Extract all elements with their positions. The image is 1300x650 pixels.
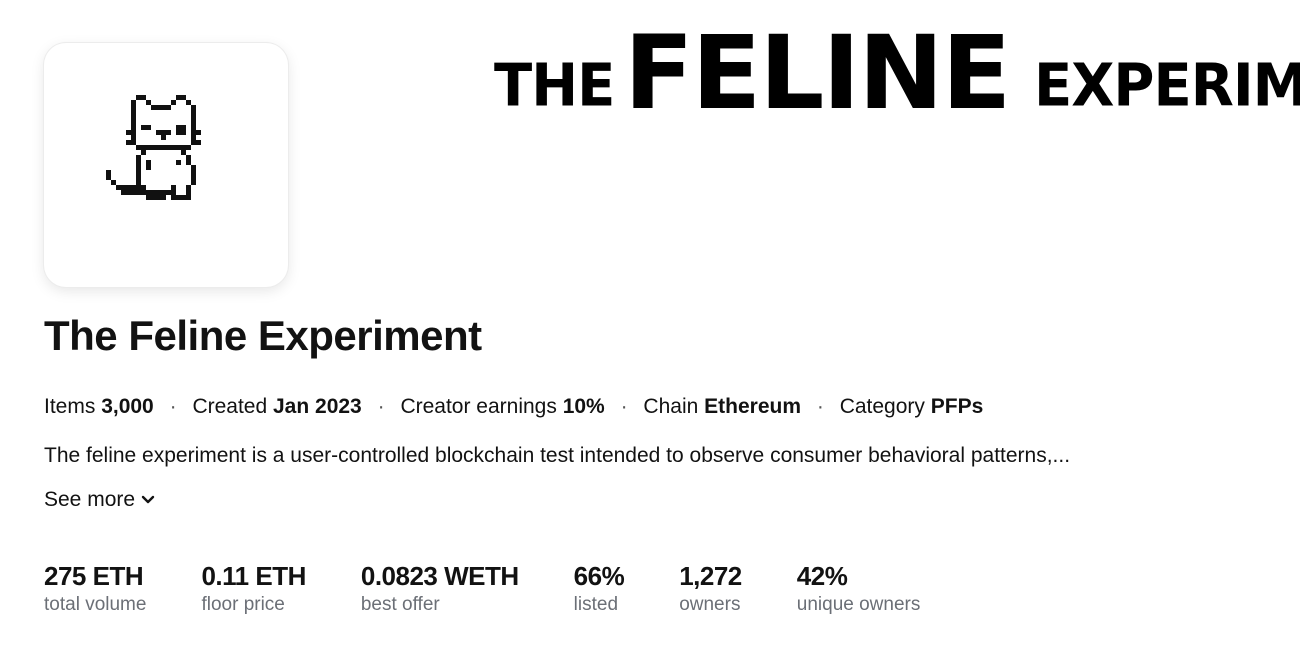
stat-label: floor price — [201, 594, 285, 615]
stat-value: 1,272 — [679, 561, 742, 591]
stat-listed[interactable]: 66% listed — [574, 561, 625, 616]
banner-word-experiment: EXPERIMENT — [1034, 52, 1300, 114]
collection-description: The feline experiment is a user-controll… — [44, 444, 1071, 467]
category-label: Category — [839, 395, 925, 418]
category-value[interactable]: PFPs — [931, 395, 984, 418]
items-value: 3,000 — [101, 395, 154, 418]
stat-total-volume[interactable]: 275 ETH total volume — [44, 561, 146, 616]
collection-avatar[interactable] — [44, 43, 288, 287]
stat-value: 42% — [796, 561, 848, 591]
banner-word-the: THE — [494, 52, 615, 114]
pixel-cat-icon — [106, 95, 201, 200]
collection-banner: THE FELINE EXPERIMENT — [494, 14, 1300, 114]
chain-value: Ethereum — [704, 395, 801, 418]
stat-value: 0.11 ETH — [201, 561, 306, 591]
stat-label: best offer — [360, 594, 440, 615]
meta-separator: · — [377, 395, 385, 418]
stat-value: 275 ETH — [44, 561, 144, 591]
meta-separator: · — [169, 395, 177, 418]
earnings-label: Creator earnings — [400, 395, 557, 418]
stat-owners[interactable]: 1,272 owners — [679, 561, 742, 616]
stat-unique-owners[interactable]: 42% unique owners — [797, 561, 921, 616]
created-value: Jan 2023 — [273, 395, 362, 418]
chevron-down-icon — [141, 495, 155, 504]
stat-label: total volume — [44, 594, 147, 615]
collection-stats: 275 ETH total volume 0.11 ETH floor pric… — [44, 561, 920, 616]
collection-title: The Feline Experiment — [44, 312, 482, 359]
meta-separator: · — [816, 395, 824, 418]
stat-value: 0.0823 WETH — [360, 561, 519, 591]
meta-separator: · — [620, 395, 628, 418]
stat-value: 66% — [573, 561, 625, 591]
stat-label: owners — [679, 594, 741, 615]
banner-word-feline: FELINE — [624, 14, 1011, 114]
items-label: Items — [44, 395, 96, 418]
see-more-button[interactable]: See more — [44, 488, 155, 512]
stat-label: unique owners — [796, 594, 921, 615]
chain-label: Chain — [643, 395, 699, 418]
collection-meta: Items 3,000 · Created Jan 2023 · Creator… — [44, 395, 983, 419]
stat-floor-price[interactable]: 0.11 ETH floor price — [201, 561, 306, 616]
stat-label: listed — [573, 594, 619, 615]
see-more-label: See more — [44, 488, 136, 511]
created-label: Created — [192, 395, 268, 418]
earnings-value: 10% — [562, 395, 605, 418]
stat-best-offer[interactable]: 0.0823 WETH best offer — [361, 561, 519, 616]
